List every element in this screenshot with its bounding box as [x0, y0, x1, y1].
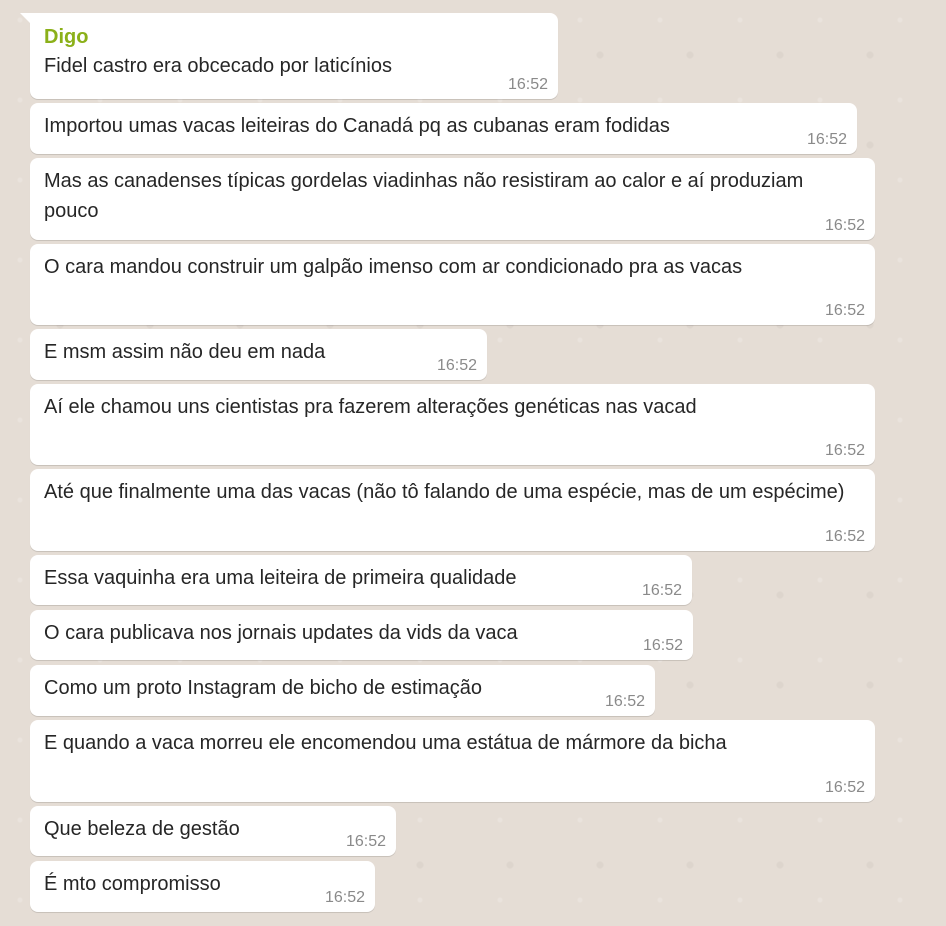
message-text: Que beleza de gestão [44, 818, 240, 840]
message-text: O cara publicava nos jornais updates da … [44, 622, 518, 644]
message-time: 16:52 [806, 131, 847, 148]
message-time: 16:52 [824, 528, 865, 545]
message-bubble[interactable]: Digo Fidel castro era obcecado por latic… [20, 13, 558, 99]
message-time: 16:52 [642, 637, 683, 654]
message-bubble[interactable]: Até que finalmente uma das vacas (não tô… [30, 469, 875, 551]
message-time: 16:52 [824, 442, 865, 459]
message-text: O cara mandou construir um galpão imenso… [44, 256, 743, 278]
message-bubble[interactable]: E msm assim não deu em nada 16:52 [30, 329, 487, 380]
message-bubble[interactable]: Aí ele chamou uns cientistas pra fazerem… [30, 384, 875, 465]
message-bubble[interactable]: O cara publicava nos jornais updates da … [30, 610, 693, 660]
message-bubble[interactable]: Que beleza de gestão 16:52 [30, 806, 396, 856]
message-bubble[interactable]: O cara mandou construir um galpão imenso… [30, 244, 875, 325]
message-text: Aí ele chamou uns cientistas pra fazerem… [44, 396, 697, 418]
message-time: 16:52 [641, 582, 682, 599]
message-bubble[interactable]: Importou umas vacas leiteiras do Canadá … [30, 103, 857, 154]
message-bubble[interactable]: E quando a vaca morreu ele encomendou um… [30, 720, 875, 802]
message-text: Mas as canadenses típicas gordelas viadi… [44, 170, 809, 222]
message-time: 16:52 [824, 302, 865, 319]
message-time: 16:52 [324, 889, 365, 906]
message-text: E quando a vaca morreu ele encomendou um… [44, 732, 727, 754]
message-text: Como um proto Instagram de bicho de esti… [44, 677, 482, 699]
message-bubble[interactable]: Como um proto Instagram de bicho de esti… [30, 665, 655, 716]
message-time: 16:52 [436, 357, 477, 374]
message-text: E msm assim não deu em nada [44, 341, 326, 363]
message-bubble[interactable]: Essa vaquinha era uma leiteira de primei… [30, 555, 692, 605]
chat-panel: Digo Fidel castro era obcecado por latic… [0, 0, 946, 926]
message-text: Essa vaquinha era uma leiteira de primei… [44, 567, 517, 589]
message-text: É mto compromisso [44, 873, 221, 895]
message-text: Importou umas vacas leiteiras do Canadá … [44, 115, 670, 137]
message-time: 16:52 [824, 217, 865, 234]
message-time: 16:52 [824, 779, 865, 796]
message-bubble[interactable]: Mas as canadenses típicas gordelas viadi… [30, 158, 875, 240]
message-text: Até que finalmente uma das vacas (não tô… [44, 481, 845, 503]
message-bubble[interactable]: É mto compromisso 16:52 [30, 861, 375, 912]
message-time: 16:52 [345, 833, 386, 850]
bubble-tail [20, 13, 32, 25]
sender-name[interactable]: Digo [44, 23, 542, 51]
message-time: 16:52 [507, 76, 548, 93]
message-time: 16:52 [604, 693, 645, 710]
message-text: Fidel castro era obcecado por laticínios [44, 55, 392, 77]
